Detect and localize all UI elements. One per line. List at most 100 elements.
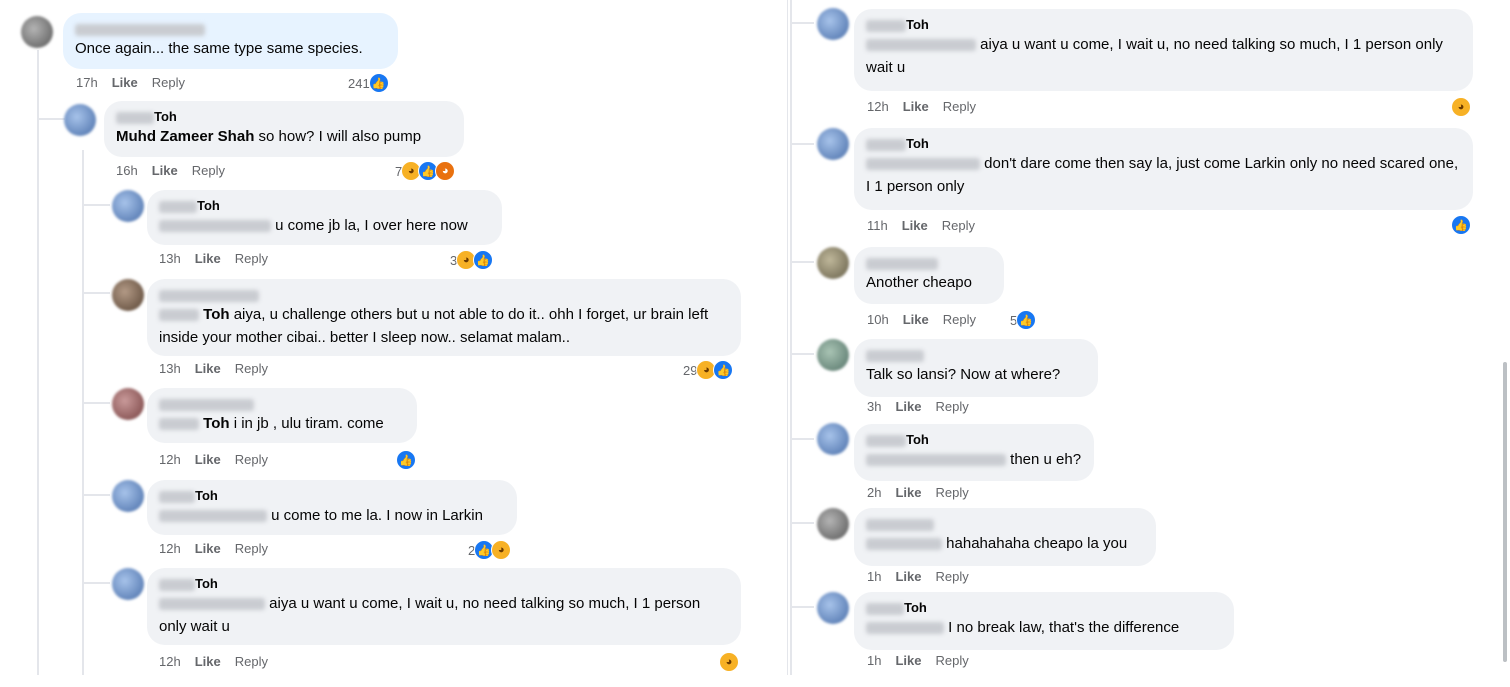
- reply-button[interactable]: Reply: [935, 399, 968, 414]
- like-button[interactable]: Like: [152, 163, 178, 178]
- comment-author[interactable]: Toh: [866, 432, 1082, 448]
- comment-author[interactable]: [159, 287, 729, 303]
- comment-text: I no break law, that's the difference: [866, 616, 1222, 639]
- avatar[interactable]: [817, 8, 849, 40]
- comment-author[interactable]: Toh: [866, 600, 1222, 616]
- reaction-summary[interactable]: 241 👍: [348, 73, 389, 93]
- avatar[interactable]: [817, 247, 849, 279]
- reaction-summary[interactable]: ◕: [1451, 97, 1471, 117]
- comment-author[interactable]: [866, 255, 992, 271]
- avatar[interactable]: [817, 128, 849, 160]
- comment-time[interactable]: 1h: [867, 569, 881, 584]
- avatar[interactable]: [817, 592, 849, 624]
- comment-time[interactable]: 13h: [159, 251, 181, 266]
- scrollbar[interactable]: [1503, 362, 1507, 662]
- comment-bubble: Toh I no break law, that's the differenc…: [854, 592, 1234, 650]
- thread-branch: [82, 582, 110, 584]
- reply-button[interactable]: Reply: [942, 218, 975, 233]
- like-button[interactable]: Like: [895, 485, 921, 500]
- reaction-summary[interactable]: 29 ◕ 👍: [683, 360, 734, 380]
- like-reaction-icon: 👍: [396, 450, 416, 470]
- reply-button[interactable]: Reply: [943, 99, 976, 114]
- avatar[interactable]: [817, 508, 849, 540]
- comment-time[interactable]: 17h: [76, 75, 98, 90]
- reaction-summary[interactable]: 7 ◕ 👍 ◕: [395, 161, 456, 181]
- reaction-summary[interactable]: 5 👍: [1010, 310, 1037, 330]
- avatar[interactable]: [64, 104, 96, 136]
- reaction-summary[interactable]: 2 👍 ◕: [468, 540, 512, 560]
- avatar[interactable]: [21, 16, 53, 48]
- comment-time[interactable]: 13h: [159, 361, 181, 376]
- comment-text: then u eh?: [866, 448, 1082, 471]
- thread-branch: [790, 261, 814, 263]
- thread-branch: [790, 353, 814, 355]
- mention-link[interactable]: Toh: [203, 306, 229, 323]
- comment-time[interactable]: 3h: [867, 399, 881, 414]
- comment-author[interactable]: [866, 516, 1144, 532]
- reply-button[interactable]: Reply: [935, 569, 968, 584]
- avatar[interactable]: [817, 339, 849, 371]
- comment-author[interactable]: Toh: [116, 109, 452, 125]
- reaction-summary[interactable]: 3 ◕ 👍: [450, 250, 494, 270]
- comment-bubble: Toh aiya u want u come, I wait u, no nee…: [854, 9, 1473, 91]
- comment-text: hahahahaha cheapo la you: [866, 532, 1144, 555]
- reply-button[interactable]: Reply: [192, 163, 225, 178]
- thread-branch: [790, 143, 814, 145]
- like-button[interactable]: Like: [112, 75, 138, 90]
- like-button[interactable]: Like: [195, 654, 221, 669]
- comment-author[interactable]: Toh: [159, 488, 505, 504]
- comment-author[interactable]: [866, 347, 1086, 363]
- comment-actions: 3h Like Reply: [867, 399, 983, 415]
- comment-author[interactable]: Toh: [866, 17, 1461, 33]
- avatar[interactable]: [112, 388, 144, 420]
- comment-time[interactable]: 12h: [159, 654, 181, 669]
- comment-author[interactable]: Toh: [159, 576, 729, 592]
- like-button[interactable]: Like: [895, 653, 921, 668]
- like-button[interactable]: Like: [903, 312, 929, 327]
- like-button[interactable]: Like: [195, 251, 221, 266]
- comment-time[interactable]: 12h: [867, 99, 889, 114]
- like-button[interactable]: Like: [902, 218, 928, 233]
- like-button[interactable]: Like: [903, 99, 929, 114]
- comment-time[interactable]: 16h: [116, 163, 138, 178]
- avatar[interactable]: [112, 279, 144, 311]
- reply-button[interactable]: Reply: [152, 75, 185, 90]
- reply-button[interactable]: Reply: [235, 361, 268, 376]
- avatar[interactable]: [817, 423, 849, 455]
- reply-button[interactable]: Reply: [943, 312, 976, 327]
- avatar[interactable]: [112, 568, 144, 600]
- reply-button[interactable]: Reply: [935, 653, 968, 668]
- avatar[interactable]: [112, 190, 144, 222]
- comment-author[interactable]: Toh: [159, 198, 490, 214]
- comment-time[interactable]: 12h: [159, 541, 181, 556]
- reply-button[interactable]: Reply: [235, 541, 268, 556]
- thread-line: [790, 0, 792, 675]
- reply-button[interactable]: Reply: [235, 251, 268, 266]
- like-button[interactable]: Like: [195, 541, 221, 556]
- like-button[interactable]: Like: [895, 399, 921, 414]
- like-button[interactable]: Like: [195, 452, 221, 467]
- comment-text: Toh i in jb , ulu tiram. come: [159, 412, 405, 435]
- like-button[interactable]: Like: [195, 361, 221, 376]
- reaction-summary[interactable]: 👍: [1451, 215, 1471, 235]
- comment-time[interactable]: 12h: [159, 452, 181, 467]
- reply-button[interactable]: Reply: [235, 452, 268, 467]
- mention-link[interactable]: Muhd Zameer Shah: [116, 128, 254, 145]
- mention-link[interactable]: Toh: [203, 415, 229, 432]
- comment-time[interactable]: 2h: [867, 485, 881, 500]
- thread-branch: [82, 494, 110, 496]
- comment-time[interactable]: 10h: [867, 312, 889, 327]
- comment-text: aiya u want u come, I wait u, no need ta…: [159, 595, 701, 635]
- reaction-summary[interactable]: 👍: [396, 450, 416, 470]
- reply-button[interactable]: Reply: [935, 485, 968, 500]
- avatar[interactable]: [112, 480, 144, 512]
- like-button[interactable]: Like: [895, 569, 921, 584]
- haha-reaction-icon: ◕: [1451, 97, 1471, 117]
- reply-button[interactable]: Reply: [235, 654, 268, 669]
- comment-author[interactable]: Toh: [866, 136, 1461, 152]
- comment-time[interactable]: 1h: [867, 653, 881, 668]
- reaction-summary[interactable]: ◕: [719, 652, 739, 672]
- comment-author[interactable]: [159, 396, 405, 412]
- comment-time[interactable]: 11h: [867, 218, 888, 233]
- comment-author[interactable]: [75, 21, 386, 37]
